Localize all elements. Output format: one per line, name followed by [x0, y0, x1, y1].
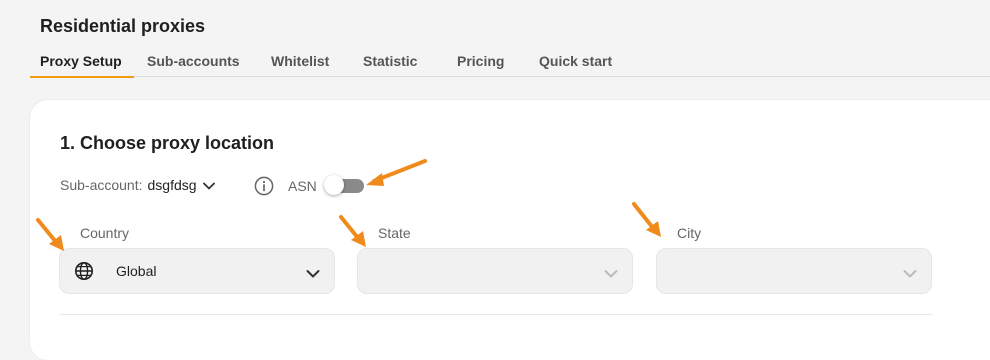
country-value: Global: [116, 263, 157, 279]
subaccount-value: dsgfdsg: [147, 177, 197, 193]
tab-proxy-setup[interactable]: Proxy Setup: [30, 52, 134, 78]
annotation-arrow-icon: [36, 218, 64, 251]
subaccount-selector[interactable]: Sub-account: dsgfdsg: [60, 177, 215, 193]
asn-toggle[interactable]: [324, 175, 364, 195]
tab-bar: Proxy Setup Sub-accounts Whitelist Stati…: [30, 52, 990, 78]
page-title: Residential proxies: [40, 16, 206, 36]
tab-quick-start[interactable]: Quick start: [539, 52, 612, 77]
globe-icon: [74, 261, 94, 281]
state-select[interactable]: [357, 248, 633, 294]
subaccount-label: Sub-account:: [60, 177, 143, 193]
city-label: City: [677, 225, 702, 241]
tab-statistic[interactable]: Statistic: [363, 52, 417, 77]
tab-sub-accounts[interactable]: Sub-accounts: [147, 52, 240, 77]
country-label: Country: [80, 225, 130, 241]
state-label: State: [378, 225, 411, 241]
country-select[interactable]: Global: [59, 248, 335, 294]
chevron-down-icon: [903, 266, 917, 278]
annotation-arrow-icon: [339, 215, 366, 247]
tab-whitelist[interactable]: Whitelist: [271, 52, 329, 77]
chevron-down-icon: [202, 177, 215, 193]
city-select[interactable]: [656, 248, 932, 294]
tab-pricing[interactable]: Pricing: [457, 52, 504, 77]
asn-label: ASN: [288, 178, 317, 194]
divider: [60, 314, 932, 315]
annotation-arrow-icon: [366, 159, 427, 186]
toggle-knob: [324, 175, 344, 195]
info-icon[interactable]: [254, 176, 274, 196]
chevron-down-icon: [604, 266, 618, 278]
section-title: 1. Choose proxy location: [60, 133, 275, 153]
annotation-arrow-icon: [632, 202, 661, 237]
chevron-down-icon: [306, 266, 320, 278]
